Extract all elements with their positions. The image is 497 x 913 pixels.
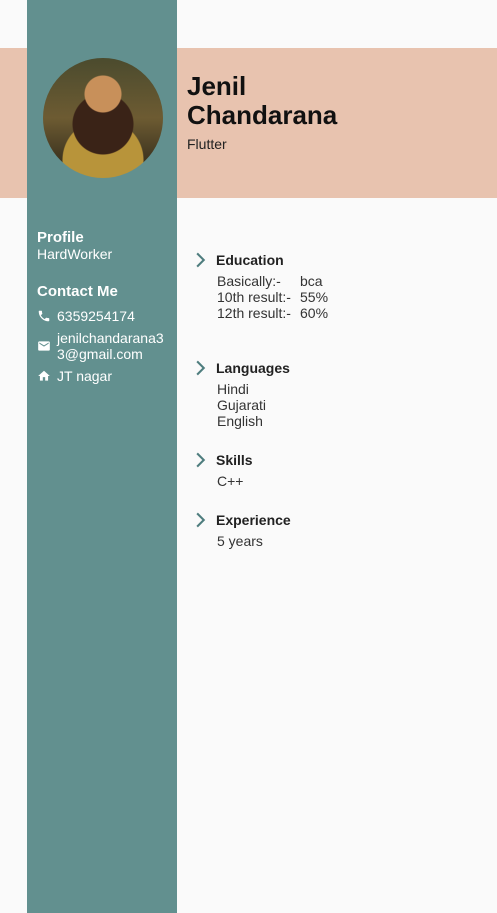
education-value: bca (300, 273, 323, 289)
profile-title: Profile (37, 229, 84, 246)
education-header[interactable]: Education (190, 249, 328, 271)
skills-section: Skills C++ (190, 449, 253, 489)
home-icon (37, 368, 57, 384)
education-label: 12th result:- (217, 305, 291, 321)
phone-icon (37, 308, 57, 324)
languages-header[interactable]: Languages (190, 357, 290, 379)
sidebar: Profile HardWorker Contact Me 6359254174… (27, 0, 177, 913)
phone-text: 6359254174 (57, 308, 135, 324)
education-row: Basically:- bca (217, 273, 328, 289)
email-line-2: 3@gmail.com (57, 346, 143, 362)
chevron-right-icon (190, 509, 212, 531)
person-name: Jenil Chandarana (187, 72, 337, 130)
education-row: 10th result:- 55% (217, 289, 328, 305)
address-text: JT nagar (57, 368, 112, 384)
education-body: Basically:- bca 10th result:- 55% 12th r… (217, 273, 328, 321)
job-role: Flutter (187, 136, 227, 152)
name-line-2: Chandarana (187, 100, 338, 130)
experience-title: Experience (216, 512, 291, 528)
languages-body: Hindi Gujarati English (217, 381, 290, 429)
language-item: English (217, 413, 263, 429)
skills-header[interactable]: Skills (190, 449, 253, 471)
language-item: Gujarati (217, 397, 267, 413)
email-text: jenilchandarana3 3@gmail.com (57, 330, 164, 362)
language-item: Hindi (217, 381, 249, 397)
chevron-right-icon (190, 249, 212, 271)
skill-item: C++ (217, 473, 244, 489)
education-value: 55% (300, 289, 329, 305)
education-label: Basically:- (217, 273, 281, 289)
profile-avatar (43, 58, 163, 178)
education-label: 10th result:- (217, 289, 291, 305)
experience-body: 5 years (217, 533, 291, 549)
contact-phone[interactable]: 6359254174 (37, 308, 177, 324)
chevron-right-icon (190, 449, 212, 471)
contact-title: Contact Me (37, 283, 118, 300)
education-title: Education (216, 252, 284, 268)
education-value: 60% (300, 305, 329, 321)
skills-body: C++ (217, 473, 253, 489)
languages-section: Languages Hindi Gujarati English (190, 357, 290, 429)
profile-value: HardWorker (37, 246, 113, 262)
contact-section: Contact Me 6359254174 jenilchandarana3 3… (37, 283, 177, 390)
chevron-right-icon (190, 357, 212, 379)
profile-section: Profile HardWorker (37, 229, 112, 262)
languages-title: Languages (216, 360, 290, 376)
mail-icon (37, 330, 57, 362)
experience-header[interactable]: Experience (190, 509, 291, 531)
education-section: Education Basically:- bca 10th result:- … (190, 249, 328, 321)
email-line-1: jenilchandarana3 (57, 330, 164, 346)
contact-email[interactable]: jenilchandarana3 3@gmail.com (37, 330, 177, 362)
experience-section: Experience 5 years (190, 509, 291, 549)
skills-title: Skills (216, 452, 253, 468)
education-row: 12th result:- 60% (217, 305, 328, 321)
experience-item: 5 years (217, 533, 263, 549)
contact-address[interactable]: JT nagar (37, 368, 177, 384)
name-line-1: Jenil (187, 71, 247, 101)
